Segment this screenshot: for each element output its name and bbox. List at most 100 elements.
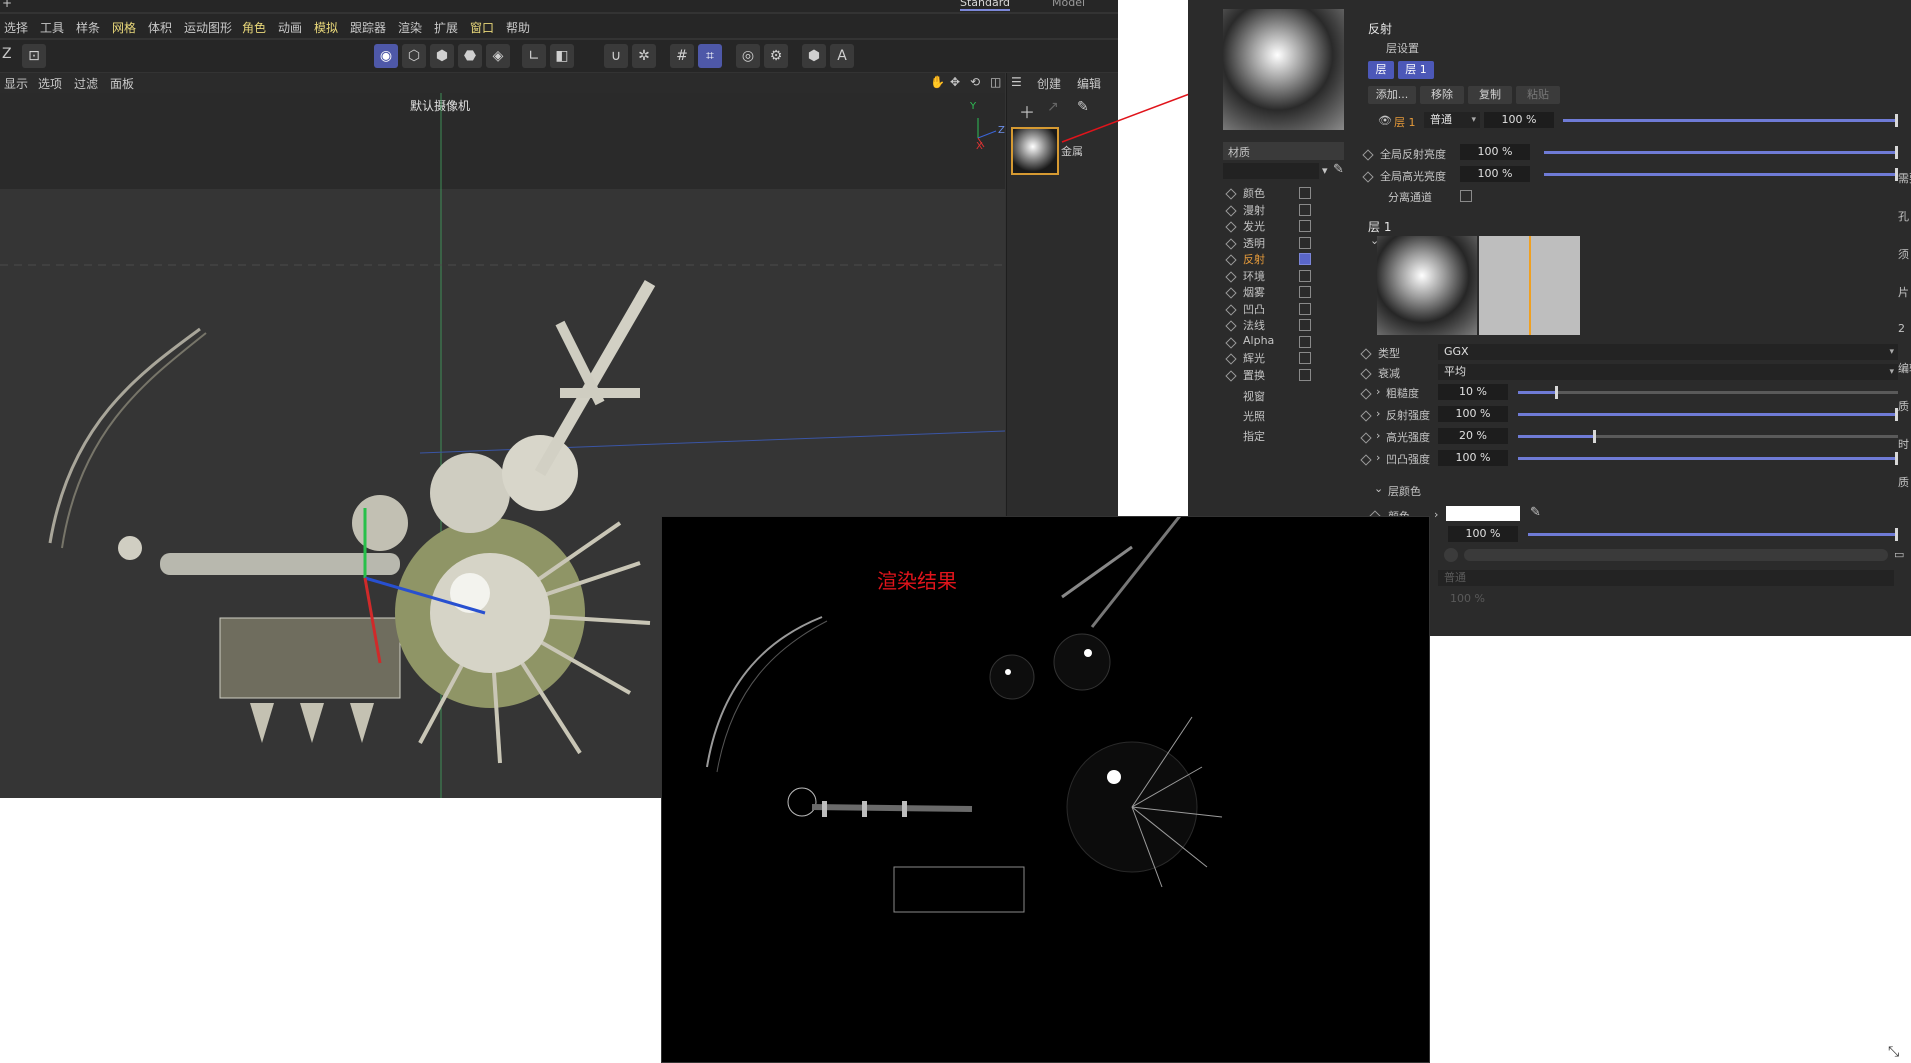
channel-label[interactable]: 透明 bbox=[1243, 235, 1265, 251]
hex-icon[interactable]: ⬢ bbox=[802, 44, 826, 68]
channel-checkbox[interactable] bbox=[1299, 269, 1311, 282]
polygon-mode-icon[interactable]: ⬣ bbox=[458, 44, 482, 68]
property-slider[interactable] bbox=[1518, 452, 1898, 465]
chevron-right-icon[interactable]: › bbox=[1376, 451, 1380, 464]
menu-window[interactable]: 窗口 bbox=[470, 19, 494, 36]
property-dropdown[interactable]: 平均 ▾ bbox=[1438, 364, 1898, 380]
a-icon[interactable]: A bbox=[830, 44, 854, 68]
menu-mograph[interactable]: 运动图形 bbox=[184, 19, 232, 36]
resize-handle-icon[interactable]: ⤡ bbox=[1888, 1044, 1899, 1060]
workspace-tab-standard[interactable]: Standard bbox=[960, 0, 1011, 11]
tab-layers[interactable]: 层 bbox=[1368, 61, 1394, 79]
channel-checkbox[interactable] bbox=[1299, 253, 1311, 265]
texture-path-field[interactable] bbox=[1464, 549, 1888, 561]
viewport-menu-options[interactable]: 选项 bbox=[38, 75, 62, 92]
channel-checkbox[interactable] bbox=[1299, 335, 1311, 348]
menu-render[interactable]: 渲染 bbox=[398, 19, 422, 36]
keyframe-icon[interactable] bbox=[1225, 188, 1237, 200]
menu-character[interactable]: 角色 bbox=[242, 19, 266, 36]
model-mode-icon[interactable]: ◉ bbox=[374, 44, 398, 68]
channel-label[interactable]: Alpha bbox=[1243, 334, 1274, 347]
channel-label[interactable]: 反射 bbox=[1243, 251, 1265, 267]
brightness-slider[interactable] bbox=[1528, 528, 1898, 541]
channel-checkbox[interactable] bbox=[1299, 236, 1311, 249]
coordinate-icon[interactable]: ⊡ bbox=[22, 44, 46, 68]
keyframe-icon[interactable] bbox=[1225, 336, 1237, 349]
chevron-right-icon[interactable]: › bbox=[1376, 407, 1380, 420]
chevron-right-icon[interactable]: › bbox=[1434, 508, 1438, 521]
arrow-icon[interactable]: ↗ bbox=[1047, 99, 1059, 115]
keyframe-icon[interactable] bbox=[1360, 454, 1372, 466]
property-value-field[interactable]: 100 % bbox=[1438, 450, 1508, 466]
eyedropper-icon[interactable]: ✎ bbox=[1530, 505, 1541, 520]
global-reflection-slider[interactable] bbox=[1544, 146, 1898, 159]
channel-checkbox[interactable] bbox=[1299, 203, 1311, 216]
layer-blend-dropdown[interactable]: 普通 ▾ bbox=[1424, 112, 1480, 128]
keyframe-icon[interactable] bbox=[1360, 368, 1372, 380]
solo-icon[interactable]: ◧ bbox=[550, 44, 574, 68]
folder-icon[interactable]: ▭ bbox=[1894, 548, 1904, 561]
keyframe-icon[interactable] bbox=[1360, 432, 1372, 444]
channel-extra-item[interactable]: 光照 bbox=[1243, 408, 1265, 424]
edge-mode-icon[interactable]: ⬢ bbox=[430, 44, 454, 68]
hamburger-icon[interactable]: ☰ bbox=[1011, 75, 1022, 89]
menu-volume[interactable]: 体积 bbox=[148, 19, 172, 36]
global-specular-slider[interactable] bbox=[1544, 168, 1898, 181]
channel-label[interactable]: 辉光 bbox=[1243, 350, 1265, 366]
channel-checkbox[interactable] bbox=[1299, 302, 1311, 315]
rotate-view-icon[interactable]: ⟲ bbox=[970, 75, 980, 89]
snap-magnet-icon[interactable]: ∪ bbox=[604, 44, 628, 68]
grid-icon[interactable]: # bbox=[670, 44, 694, 68]
chevron-down-icon[interactable]: ▾ bbox=[1322, 164, 1328, 177]
property-value-field[interactable]: 20 % bbox=[1438, 428, 1508, 444]
workspace-tab-model[interactable]: Model bbox=[1052, 0, 1085, 9]
blend-mode-dropdown[interactable]: 普通 bbox=[1438, 570, 1894, 586]
channel-label[interactable]: 发光 bbox=[1243, 218, 1265, 234]
workplane-icon[interactable]: ⌗ bbox=[698, 44, 722, 68]
viewport-menu-display[interactable]: 显示 bbox=[4, 75, 28, 92]
channel-extra-item[interactable]: 视窗 bbox=[1243, 388, 1265, 404]
property-slider[interactable] bbox=[1518, 430, 1898, 443]
channel-label[interactable]: 置换 bbox=[1243, 367, 1265, 383]
channel-extra-item[interactable]: 指定 bbox=[1243, 428, 1265, 444]
separate-pass-checkbox[interactable] bbox=[1460, 190, 1472, 202]
keyframe-icon[interactable] bbox=[1362, 171, 1374, 183]
menu-create[interactable]: 创建 bbox=[1037, 75, 1061, 92]
uv-mode-icon[interactable]: ◈ bbox=[486, 44, 510, 68]
eye-icon[interactable]: 👁 bbox=[1378, 114, 1392, 127]
keyframe-icon[interactable] bbox=[1360, 410, 1372, 422]
property-value-field[interactable]: 10 % bbox=[1438, 384, 1508, 400]
keyframe-icon[interactable] bbox=[1225, 270, 1237, 283]
tab-layer-1[interactable]: 层 1 bbox=[1398, 61, 1434, 79]
menu-extensions[interactable]: 扩展 bbox=[434, 19, 458, 36]
global-specular-field[interactable]: 100 % bbox=[1460, 166, 1530, 182]
render-settings-icon[interactable]: ⚙ bbox=[764, 44, 788, 68]
global-reflection-field[interactable]: 100 % bbox=[1460, 144, 1530, 160]
keyframe-icon[interactable] bbox=[1225, 254, 1237, 266]
keyframe-icon[interactable] bbox=[1225, 204, 1237, 217]
keyframe-icon[interactable] bbox=[1225, 320, 1237, 332]
channel-checkbox[interactable] bbox=[1299, 220, 1311, 232]
keyframe-icon[interactable] bbox=[1225, 369, 1237, 382]
channel-label[interactable]: 环境 bbox=[1243, 268, 1265, 284]
channel-checkbox[interactable] bbox=[1299, 319, 1311, 331]
property-value-field[interactable]: 100 % bbox=[1438, 406, 1508, 422]
brightness-field[interactable]: 100 % bbox=[1448, 526, 1518, 542]
color-swatch[interactable] bbox=[1446, 506, 1520, 521]
menu-tools[interactable]: 工具 bbox=[40, 19, 64, 36]
keyframe-icon[interactable] bbox=[1225, 303, 1237, 316]
channel-label[interactable]: 凹凸 bbox=[1243, 301, 1265, 317]
channel-label[interactable]: 法线 bbox=[1243, 317, 1265, 333]
material-thumbnail[interactable] bbox=[1011, 127, 1059, 175]
channel-label[interactable]: 颜色 bbox=[1243, 185, 1265, 201]
add-layer-button[interactable]: 添加... bbox=[1368, 86, 1416, 104]
keyframe-icon[interactable] bbox=[1360, 348, 1372, 360]
keyframe-icon[interactable] bbox=[1225, 237, 1237, 250]
menu-select[interactable]: 选择 bbox=[4, 19, 28, 36]
keyframe-icon[interactable] bbox=[1360, 388, 1372, 400]
keyframe-icon[interactable] bbox=[1225, 353, 1237, 365]
channel-checkbox[interactable] bbox=[1299, 368, 1311, 381]
menu-mesh[interactable]: 网格 bbox=[112, 19, 136, 36]
texture-menu-button[interactable] bbox=[1444, 548, 1458, 562]
keyframe-icon[interactable] bbox=[1225, 221, 1237, 233]
